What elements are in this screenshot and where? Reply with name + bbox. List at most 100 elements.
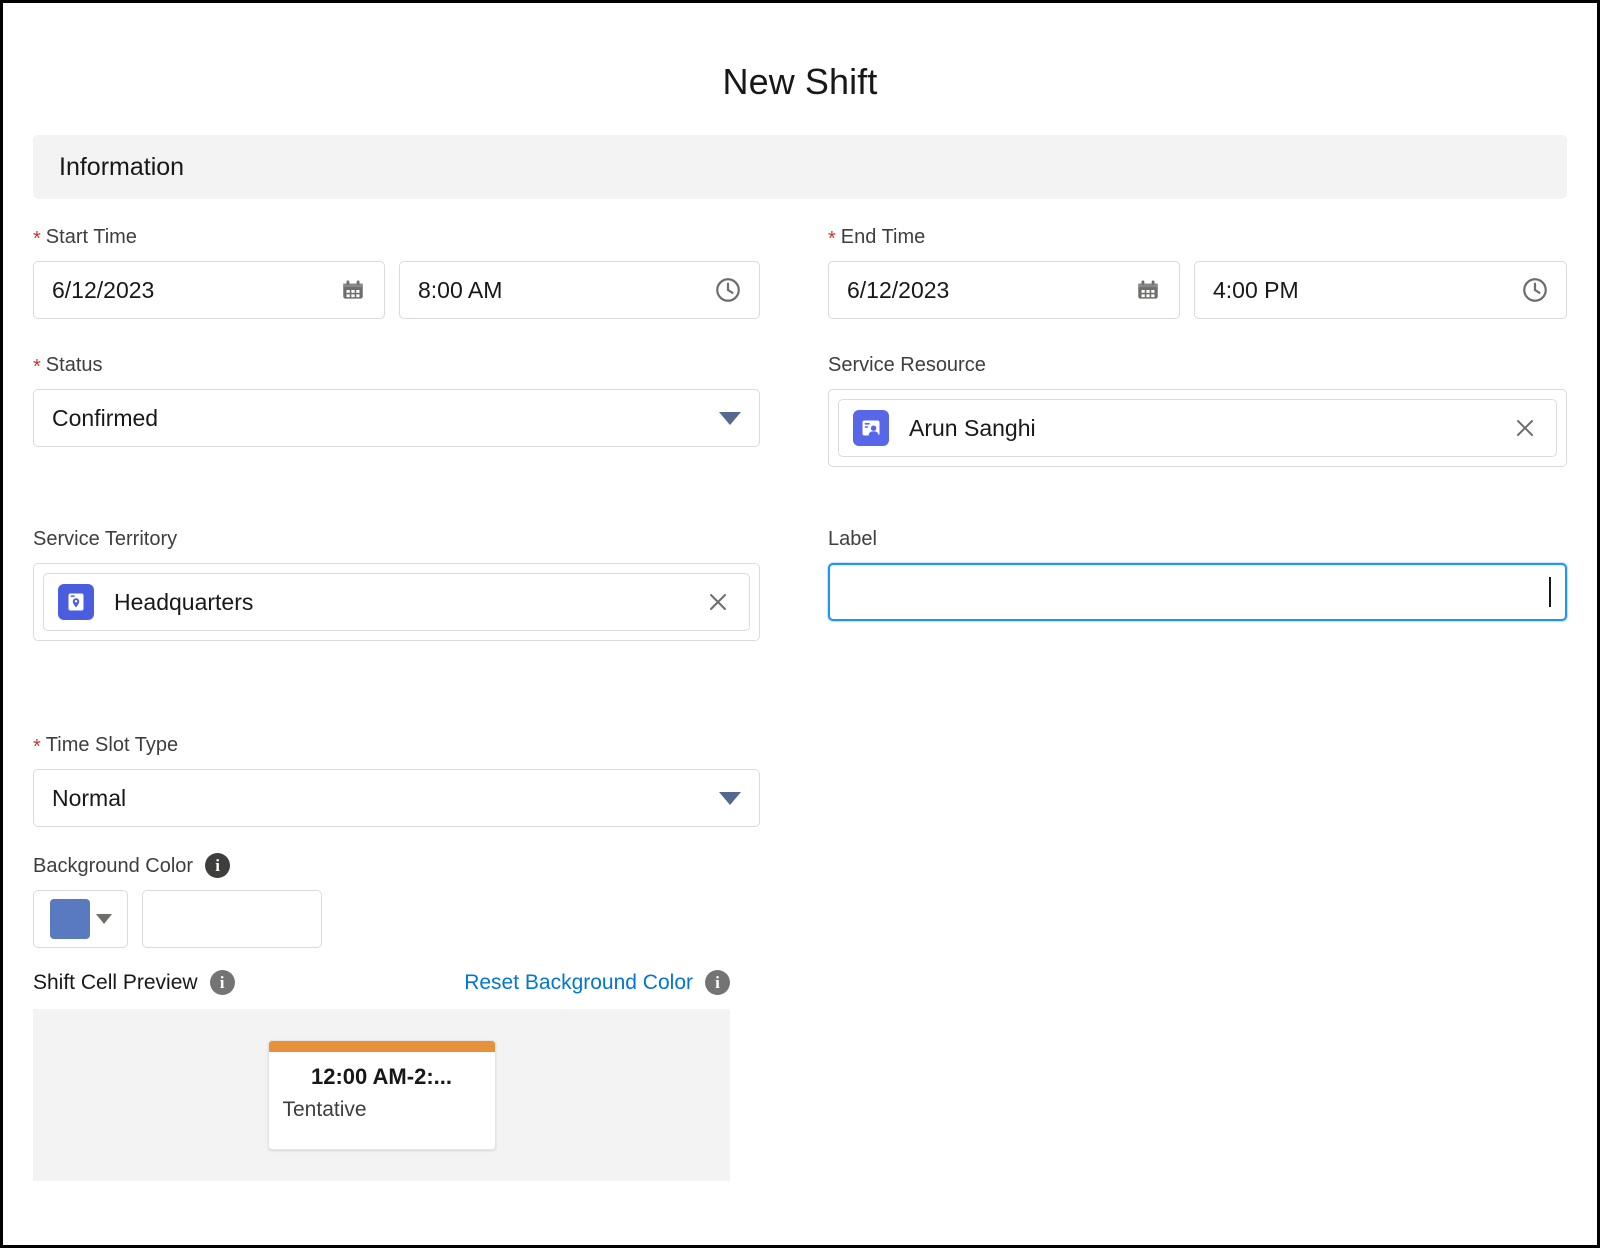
service-territory-value: Headquarters	[114, 588, 254, 615]
row-times: * Start Time 6/12/2023 8:00 AM * End Tim…	[33, 225, 1567, 319]
empty-column	[800, 970, 1567, 1181]
background-color-label: Background Color i	[33, 853, 760, 878]
service-territory-field-group: Service Territory Headquarters	[33, 527, 800, 641]
required-asterisk: *	[33, 356, 41, 378]
text-cursor	[1549, 577, 1551, 607]
service-resource-field-group: Service Resource Arun Sanghi	[800, 353, 1567, 467]
start-time-field-group: * Start Time 6/12/2023 8:00 AM	[33, 225, 800, 319]
service-territory-icon	[58, 584, 94, 620]
status-value: Confirmed	[52, 404, 159, 431]
service-resource-label: Service Resource	[828, 353, 1567, 377]
shift-card-accent-bar	[268, 1041, 495, 1052]
end-time-label: * End Time	[828, 225, 1567, 249]
start-date-value: 6/12/2023	[52, 276, 155, 303]
label-field-label: Label	[828, 527, 1567, 551]
shift-cell-preview-panel: 12:00 AM-2:... Tentative	[33, 1009, 730, 1181]
row-territory-label: Service Territory Headquarters Label	[33, 527, 1567, 641]
status-picklist[interactable]: Confirmed	[33, 389, 760, 447]
color-swatch-button[interactable]	[33, 890, 128, 948]
empty-column	[800, 853, 1567, 948]
start-time-field: * Start Time 6/12/2023 8:00 AM	[33, 225, 760, 319]
label-field-group: Label	[800, 527, 1567, 641]
close-icon[interactable]	[703, 587, 733, 617]
required-asterisk: *	[33, 228, 41, 250]
service-territory-pill[interactable]: Headquarters	[43, 573, 750, 631]
service-resource-field: Service Resource Arun Sanghi	[828, 353, 1567, 467]
status-field-group: * Status Confirmed	[33, 353, 800, 467]
end-time-field: * End Time 6/12/2023 4:00 PM	[828, 225, 1567, 319]
row-background-color: Background Color i	[33, 853, 1567, 948]
form-body: * Start Time 6/12/2023 8:00 AM * End Tim…	[3, 225, 1597, 1181]
empty-column	[800, 733, 1567, 827]
preview-title-wrap: Shift Cell Preview i	[33, 970, 235, 995]
close-icon[interactable]	[1510, 413, 1540, 443]
row-time-slot-type: * Time Slot Type Normal	[33, 733, 1567, 827]
calendar-icon[interactable]	[336, 273, 370, 307]
service-resource-pill[interactable]: Arun Sanghi	[838, 399, 1557, 457]
service-territory-label-text: Service Territory	[33, 528, 178, 550]
start-time-label: * Start Time	[33, 225, 760, 249]
new-shift-modal: New Shift Information * Start Time 6/12/…	[0, 0, 1600, 1248]
info-icon[interactable]: i	[209, 970, 235, 995]
color-hex-input[interactable]	[142, 890, 322, 948]
service-resource-value: Arun Sanghi	[909, 414, 1036, 441]
shift-cell-preview-group: Shift Cell Preview i Reset Background Co…	[33, 970, 800, 1181]
reset-background-color-link[interactable]: Reset Background Color	[464, 971, 693, 995]
background-color-field-group: Background Color i	[33, 853, 800, 948]
label-field-label-text: Label	[828, 528, 877, 550]
shift-cell-preview-header: Shift Cell Preview i Reset Background Co…	[33, 970, 730, 995]
chevron-down-icon[interactable]	[95, 914, 112, 924]
info-icon[interactable]: i	[205, 853, 231, 878]
start-time-value: 8:00 AM	[418, 276, 503, 303]
background-color-field: Background Color i	[33, 853, 760, 948]
label-field: Label	[828, 527, 1567, 621]
service-resource-label-text: Service Resource	[828, 354, 986, 376]
required-asterisk: *	[828, 228, 836, 250]
background-color-label-text: Background Color	[33, 854, 194, 877]
time-slot-type-field: * Time Slot Type Normal	[33, 733, 760, 827]
end-date-value: 6/12/2023	[847, 276, 950, 303]
required-asterisk: *	[33, 736, 41, 758]
end-time-input[interactable]: 4:00 PM	[1194, 261, 1567, 319]
calendar-icon[interactable]	[1131, 273, 1165, 307]
service-resource-icon	[853, 410, 889, 446]
status-label: * Status	[33, 353, 760, 377]
time-slot-type-label: * Time Slot Type	[33, 733, 760, 757]
page-title: New Shift	[722, 61, 878, 102]
service-territory-label: Service Territory	[33, 527, 760, 551]
clock-icon[interactable]	[711, 273, 745, 307]
color-swatch	[49, 899, 90, 939]
label-input[interactable]	[828, 563, 1567, 621]
end-time-label-text: End Time	[840, 226, 926, 248]
clock-icon[interactable]	[1518, 273, 1552, 307]
chevron-down-icon[interactable]	[719, 791, 741, 805]
reset-link-wrap: Reset Background Color i	[464, 970, 730, 995]
shift-card-status: Tentative	[282, 1098, 367, 1121]
service-resource-lookup[interactable]: Arun Sanghi	[828, 389, 1567, 467]
start-date-input[interactable]: 6/12/2023	[33, 261, 385, 319]
service-territory-lookup[interactable]: Headquarters	[33, 563, 760, 641]
time-slot-type-picklist[interactable]: Normal	[33, 769, 760, 827]
start-time-input[interactable]: 8:00 AM	[399, 261, 760, 319]
section-title: Information	[59, 152, 185, 181]
status-label-text: Status	[45, 354, 103, 376]
row-shift-cell-preview: Shift Cell Preview i Reset Background Co…	[33, 970, 1567, 1181]
background-color-controls	[33, 890, 760, 948]
info-icon[interactable]: i	[705, 970, 730, 995]
shift-card-text: 12:00 AM-2:... Tentative	[269, 1052, 495, 1122]
row-status-resource: * Status Confirmed Service Resource Arun…	[33, 353, 1567, 467]
time-slot-type-value: Normal	[52, 784, 127, 811]
end-time-field-group: * End Time 6/12/2023 4:00 PM	[800, 225, 1567, 319]
end-time-inputs: 6/12/2023 4:00 PM	[828, 261, 1567, 319]
information-section-header: Information	[33, 135, 1567, 199]
chevron-down-icon[interactable]	[719, 411, 741, 425]
start-time-inputs: 6/12/2023 8:00 AM	[33, 261, 760, 319]
start-time-label-text: Start Time	[45, 226, 137, 248]
shift-cell-preview-title: Shift Cell Preview	[33, 970, 198, 994]
end-date-input[interactable]: 6/12/2023	[828, 261, 1180, 319]
